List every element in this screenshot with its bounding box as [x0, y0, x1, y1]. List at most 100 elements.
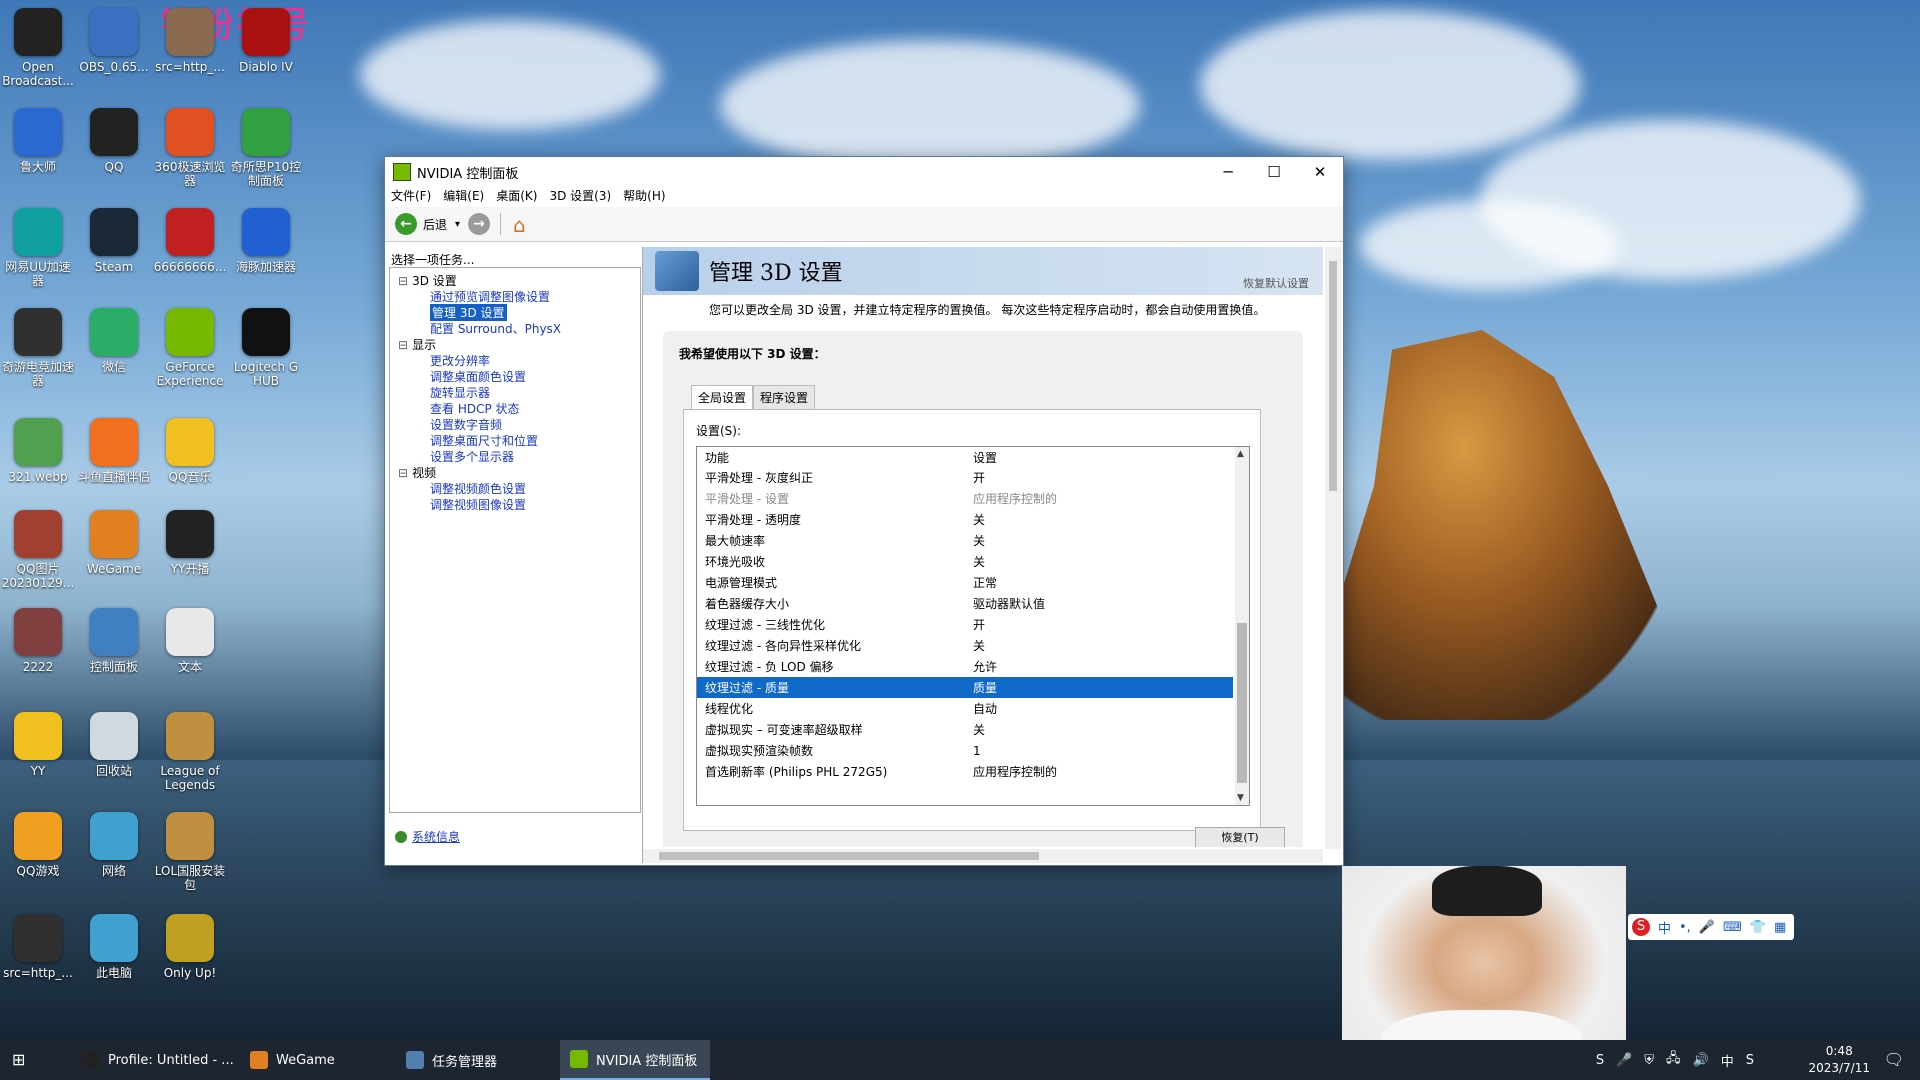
tree-category[interactable]: 显示 [398, 336, 436, 353]
desktop-icon[interactable]: WeGame [76, 510, 152, 576]
system-info-label[interactable]: 系统信息 [412, 830, 460, 844]
desktop-icon[interactable]: 360极速浏览器 [152, 108, 228, 188]
setting-value-cell[interactable]: 驱动器默认值 [973, 595, 1249, 612]
back-button-label[interactable]: 后退 [423, 216, 447, 233]
settings-row[interactable]: 虚拟现实预渲染帧数 1 [697, 740, 1249, 761]
setting-value-cell[interactable]: 关 [973, 637, 1249, 654]
ime-keyboard-icon[interactable]: ⌨ [1723, 920, 1742, 935]
settings-row[interactable]: 虚拟现实 – 可变速率超级取样 关 [697, 719, 1249, 740]
menu-file[interactable]: 文件(F) [391, 187, 431, 207]
taskbar-app-button[interactable]: 任务管理器 [396, 1040, 564, 1080]
desktop-icon[interactable]: 文本 [152, 608, 228, 674]
scroll-up-icon[interactable]: ▲ [1237, 449, 1244, 459]
tree-task-link[interactable]: 调整视频颜色设置 [430, 480, 526, 497]
settings-row[interactable]: 纹理过滤 - 质量 质量 [697, 677, 1233, 698]
setting-value-cell[interactable]: 应用程序控制的 [973, 763, 1249, 780]
desktop-icon[interactable]: Logitech G HUB [228, 308, 304, 388]
settings-row[interactable]: 线程优化 自动 [697, 698, 1249, 719]
settings-row[interactable]: 平滑处理 - 灰度纠正 开 [697, 467, 1249, 488]
settings-row[interactable]: 纹理过滤 - 三线性优化 开 [697, 614, 1249, 635]
desktop-icon[interactable]: src=http_... [152, 8, 228, 74]
tree-task-link[interactable]: 旋转显示器 [430, 384, 490, 401]
maximize-button[interactable]: ☐ [1251, 157, 1297, 187]
column-feature[interactable]: 功能 [697, 449, 973, 466]
setting-value-cell[interactable]: 关 [973, 721, 1249, 738]
grid-scrollbar[interactable]: ▲ ▼ [1235, 447, 1249, 805]
desktop-icon[interactable]: src=http_... [0, 914, 76, 980]
setting-value-cell[interactable]: 允许 [973, 658, 1249, 675]
setting-value-cell[interactable]: 开 [973, 469, 1249, 486]
desktop-icon[interactable]: 海豚加速器 [228, 208, 304, 274]
start-button[interactable]: ⊞ [12, 1050, 30, 1069]
tree-task-link[interactable]: 调整桌面尺寸和位置 [430, 432, 538, 449]
sogou-icon[interactable]: S [1632, 918, 1650, 936]
desktop-icon[interactable]: YY开播 [152, 510, 228, 576]
desktop-icon[interactable]: 奇所思P10控制面板 [228, 108, 304, 188]
tray-ime-indicator[interactable]: 中 [1721, 1051, 1734, 1070]
desktop-icon[interactable]: 此电脑 [76, 914, 152, 980]
desktop-icon[interactable]: 回收站 [76, 712, 152, 778]
desktop-icon[interactable]: QQ图片20230129... [0, 510, 76, 590]
settings-row[interactable]: 纹理过滤 - 负 LOD 偏移 允许 [697, 656, 1249, 677]
ime-skin-icon[interactable]: 👕 [1750, 920, 1766, 935]
desktop-icon[interactable]: Open Broadcast... [0, 8, 76, 88]
settings-row[interactable]: 平滑处理 - 设置 应用程序控制的 [697, 488, 1249, 509]
close-button[interactable]: ✕ [1297, 157, 1343, 187]
title-bar[interactable]: NVIDIA 控制面板 ─ ☐ ✕ [385, 157, 1343, 187]
desktop-icon[interactable]: 控制面板 [76, 608, 152, 674]
desktop-icon[interactable]: 斗鱼直播伴侣 [76, 418, 152, 484]
tree-task-link[interactable]: 调整视频图像设置 [430, 496, 526, 513]
forward-arrow-icon[interactable]: → [468, 213, 491, 235]
taskbar-app-button[interactable]: NVIDIA 控制面板 [560, 1040, 710, 1080]
desktop-icon[interactable]: GeForce Experience [152, 308, 228, 388]
setting-value-cell[interactable]: 1 [973, 744, 1249, 758]
pane-horizontal-scrollbar[interactable] [643, 849, 1323, 863]
settings-row[interactable]: 环境光吸收 关 [697, 551, 1249, 572]
restore-defaults-link[interactable]: 恢复默认设置 [1243, 275, 1309, 291]
setting-value-cell[interactable]: 关 [973, 511, 1249, 528]
taskbar-app-button[interactable]: Profile: Untitled - ... [72, 1040, 242, 1080]
desktop-icon[interactable]: 微信 [76, 308, 152, 374]
tray-security-icon[interactable]: ⛨ [1644, 1053, 1654, 1068]
menu-edit[interactable]: 编辑(E) [443, 187, 484, 207]
pane-vertical-scrollbar[interactable] [1325, 247, 1341, 849]
system-info-link[interactable]: 系统信息 [395, 828, 460, 845]
clock[interactable]: 0:48 2023/7/11 [1808, 1043, 1870, 1077]
menu-desktop[interactable]: 桌面(K) [496, 187, 537, 207]
settings-row[interactable]: 首选刷新率 (Philips PHL 272G5) 应用程序控制的 [697, 761, 1249, 782]
home-icon[interactable]: ⌂ [513, 213, 535, 237]
tree-task-link[interactable]: 配置 Surround、PhysX [430, 320, 561, 337]
settings-row[interactable]: 着色器缓存大小 驱动器默认值 [697, 593, 1249, 614]
tree-task-link[interactable]: 通过预览调整图像设置 [430, 288, 550, 305]
setting-value-cell[interactable]: 开 [973, 616, 1249, 633]
tray-mic-icon[interactable]: 🎤 [1616, 1053, 1632, 1068]
desktop-icon[interactable]: 66666666... [152, 208, 228, 274]
desktop-icon[interactable]: QQ游戏 [0, 812, 76, 878]
restore-button[interactable]: 恢复(T) [1195, 827, 1285, 847]
desktop-icon[interactable]: QQ音乐 [152, 418, 228, 484]
column-setting[interactable]: 设置 [973, 449, 1249, 466]
desktop-icon[interactable]: 网易UU加速器 [0, 208, 76, 288]
desktop-icon[interactable]: Only Up! [152, 914, 228, 980]
tree-task-link[interactable]: 调整桌面颜色设置 [430, 368, 526, 385]
settings-row[interactable]: 最大帧速率 关 [697, 530, 1249, 551]
tray-network-icon[interactable]: 🖧 [1666, 1049, 1681, 1071]
setting-value-cell[interactable]: 应用程序控制的 [973, 490, 1249, 507]
settings-row[interactable]: 平滑处理 - 透明度 关 [697, 509, 1249, 530]
tree-task-link[interactable]: 设置多个显示器 [430, 448, 514, 465]
settings-row[interactable]: 电源管理模式 正常 [697, 572, 1249, 593]
desktop-icon[interactable]: 奇游电竞加速器 [0, 308, 76, 388]
ime-punctuation-icon[interactable]: •, [1679, 920, 1691, 935]
settings-row[interactable]: 纹理过滤 - 各向异性采样优化 关 [697, 635, 1249, 656]
tray-sogou-icon[interactable]: S [1596, 1053, 1604, 1068]
back-arrow-icon[interactable]: ← [395, 213, 417, 235]
desktop-icon[interactable]: 鲁大师 [0, 108, 76, 174]
desktop-icon[interactable]: Diablo IV [228, 8, 304, 74]
notification-icon[interactable]: 🗨 [1884, 1050, 1904, 1069]
setting-value-cell[interactable]: 关 [973, 553, 1249, 570]
setting-value-cell[interactable]: 关 [973, 532, 1249, 549]
tree-task-link[interactable]: 设置数字音频 [430, 416, 502, 433]
tray-volume-icon[interactable]: 🔊 [1693, 1053, 1709, 1068]
menu-help[interactable]: 帮助(H) [623, 187, 665, 207]
ime-language-toggle[interactable]: 中 [1658, 918, 1671, 937]
